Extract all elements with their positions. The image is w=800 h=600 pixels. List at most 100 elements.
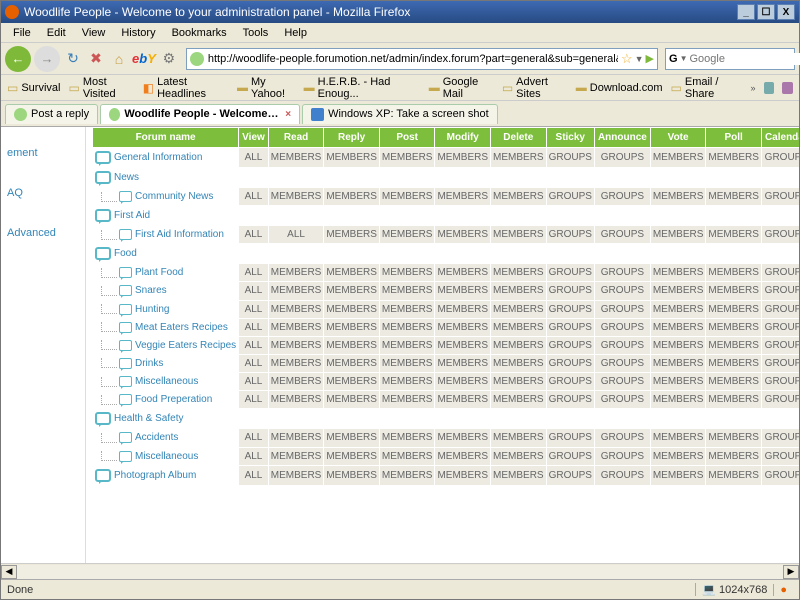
permission-cell[interactable]: ALL xyxy=(239,355,268,372)
permission-cell[interactable]: MEMBERS xyxy=(324,391,379,408)
permission-cell[interactable]: GROUPS xyxy=(547,337,594,354)
permission-cell[interactable]: GROUPS xyxy=(762,391,799,408)
back-button[interactable]: ← xyxy=(5,46,31,72)
permission-cell[interactable]: MEMBERS xyxy=(706,282,761,299)
permission-cell[interactable]: MEMBERS xyxy=(380,355,435,372)
permission-cell[interactable]: MEMBERS xyxy=(491,188,546,205)
forum-link[interactable]: Photograph Album xyxy=(114,470,196,481)
permission-cell[interactable]: MEMBERS xyxy=(491,466,546,485)
scroll-right-button[interactable]: ▶ xyxy=(783,565,799,579)
home-button[interactable]: ⌂ xyxy=(109,49,129,69)
permission-cell[interactable]: GROUPS xyxy=(762,226,799,243)
bookmark-item[interactable]: ▭Advert Sites xyxy=(502,76,568,100)
permission-cell[interactable]: MEMBERS xyxy=(651,448,706,465)
permission-cell[interactable]: MEMBERS xyxy=(324,337,379,354)
permission-cell[interactable]: MEMBERS xyxy=(706,466,761,485)
permission-cell[interactable]: MEMBERS xyxy=(324,448,379,465)
menu-file[interactable]: File xyxy=(5,25,39,41)
permission-cell[interactable]: GROUPS xyxy=(547,429,594,446)
permission-cell[interactable]: MEMBERS xyxy=(651,373,706,390)
permission-cell[interactable]: GROUPS xyxy=(762,319,799,336)
permission-cell[interactable]: GROUPS xyxy=(595,319,650,336)
permission-cell[interactable]: MEMBERS xyxy=(435,301,490,318)
scroll-left-button[interactable]: ◀ xyxy=(1,565,17,579)
go-button[interactable]: ▶ xyxy=(646,52,654,65)
permission-cell[interactable]: MEMBERS xyxy=(269,429,324,446)
permission-cell[interactable]: MEMBERS xyxy=(651,355,706,372)
permission-cell[interactable]: MEMBERS xyxy=(651,429,706,446)
permission-cell[interactable]: MEMBERS xyxy=(269,264,324,281)
permission-cell[interactable]: MEMBERS xyxy=(380,226,435,243)
permission-cell[interactable]: MEMBERS xyxy=(324,264,379,281)
forum-link[interactable]: Snares xyxy=(135,286,167,297)
permission-cell[interactable]: MEMBERS xyxy=(435,226,490,243)
permission-cell[interactable]: MEMBERS xyxy=(269,337,324,354)
permission-cell[interactable]: GROUPS xyxy=(762,148,799,167)
permission-cell[interactable]: MEMBERS xyxy=(651,188,706,205)
permission-cell[interactable]: MEMBERS xyxy=(435,282,490,299)
permission-cell[interactable]: MEMBERS xyxy=(435,264,490,281)
permission-cell[interactable]: MEMBERS xyxy=(269,355,324,372)
search-provider-icon[interactable]: G xyxy=(669,52,678,66)
permission-cell[interactable]: MEMBERS xyxy=(706,429,761,446)
permission-cell[interactable]: MEMBERS xyxy=(324,226,379,243)
bookmark-item[interactable]: ▭Email / Share xyxy=(671,76,743,100)
permission-cell[interactable]: MEMBERS xyxy=(435,355,490,372)
permission-cell[interactable]: MEMBERS xyxy=(491,226,546,243)
permission-cell[interactable]: MEMBERS xyxy=(651,391,706,408)
permission-cell[interactable]: GROUPS xyxy=(547,373,594,390)
permission-cell[interactable]: MEMBERS xyxy=(491,301,546,318)
reload-button[interactable]: ↻ xyxy=(63,49,83,69)
permission-cell[interactable]: MEMBERS xyxy=(380,148,435,167)
forum-link[interactable]: Food xyxy=(114,248,137,259)
permission-cell[interactable]: MEMBERS xyxy=(491,337,546,354)
forum-link[interactable]: Food Preperation xyxy=(135,394,212,405)
permission-cell[interactable]: MEMBERS xyxy=(435,429,490,446)
permission-cell[interactable]: GROUPS xyxy=(595,264,650,281)
permission-cell[interactable]: ALL xyxy=(239,282,268,299)
permission-cell[interactable]: MEMBERS xyxy=(706,148,761,167)
permission-cell[interactable]: GROUPS xyxy=(595,282,650,299)
bookmarks-overflow-icon[interactable]: » xyxy=(750,83,755,93)
forum-link[interactable]: General Information xyxy=(114,152,202,163)
permission-cell[interactable]: MEMBERS xyxy=(491,355,546,372)
permission-cell[interactable]: GROUPS xyxy=(595,226,650,243)
bookmark-item[interactable]: ▬My Yahoo! xyxy=(237,76,296,100)
permission-cell[interactable]: GROUPS xyxy=(547,148,594,167)
permission-cell[interactable]: GROUPS xyxy=(547,448,594,465)
permission-cell[interactable]: GROUPS xyxy=(762,448,799,465)
permission-cell[interactable]: ALL xyxy=(239,226,268,243)
permission-cell[interactable]: MEMBERS xyxy=(269,282,324,299)
permission-cell[interactable]: ALL xyxy=(239,148,268,167)
forum-link[interactable]: First Aid xyxy=(114,210,150,221)
browser-tab[interactable]: Post a reply xyxy=(5,104,98,124)
permission-cell[interactable]: GROUPS xyxy=(547,466,594,485)
permission-cell[interactable]: MEMBERS xyxy=(706,226,761,243)
permission-cell[interactable]: MEMBERS xyxy=(706,301,761,318)
bookmark-item[interactable]: ◧Latest Headlines xyxy=(143,76,229,100)
permission-cell[interactable]: MEMBERS xyxy=(380,391,435,408)
permission-cell[interactable]: MEMBERS xyxy=(324,466,379,485)
extension-icon[interactable] xyxy=(764,82,775,94)
extension-icon[interactable] xyxy=(782,82,793,94)
url-dropdown-icon[interactable]: ▼ xyxy=(635,54,644,64)
permission-cell[interactable]: MEMBERS xyxy=(435,319,490,336)
permission-cell[interactable]: MEMBERS xyxy=(269,319,324,336)
permission-cell[interactable]: GROUPS xyxy=(762,466,799,485)
permission-cell[interactable]: GROUPS xyxy=(762,188,799,205)
stop-button[interactable]: ✖ xyxy=(86,49,106,69)
sidebar-item[interactable]: AQ xyxy=(7,187,79,199)
permission-cell[interactable]: MEMBERS xyxy=(435,188,490,205)
permission-cell[interactable]: GROUPS xyxy=(547,319,594,336)
preferences-icon[interactable]: ⚙ xyxy=(159,49,179,69)
permission-cell[interactable]: ALL xyxy=(239,373,268,390)
permission-cell[interactable]: ALL xyxy=(269,226,324,243)
permission-cell[interactable]: MEMBERS xyxy=(491,282,546,299)
forward-button[interactable]: → xyxy=(34,46,60,72)
permission-cell[interactable]: MEMBERS xyxy=(706,337,761,354)
permission-cell[interactable]: MEMBERS xyxy=(380,337,435,354)
permission-cell[interactable]: GROUPS xyxy=(595,355,650,372)
permission-cell[interactable]: ALL xyxy=(239,391,268,408)
permission-cell[interactable]: MEMBERS xyxy=(324,355,379,372)
forum-link[interactable]: Plant Food xyxy=(135,267,183,278)
